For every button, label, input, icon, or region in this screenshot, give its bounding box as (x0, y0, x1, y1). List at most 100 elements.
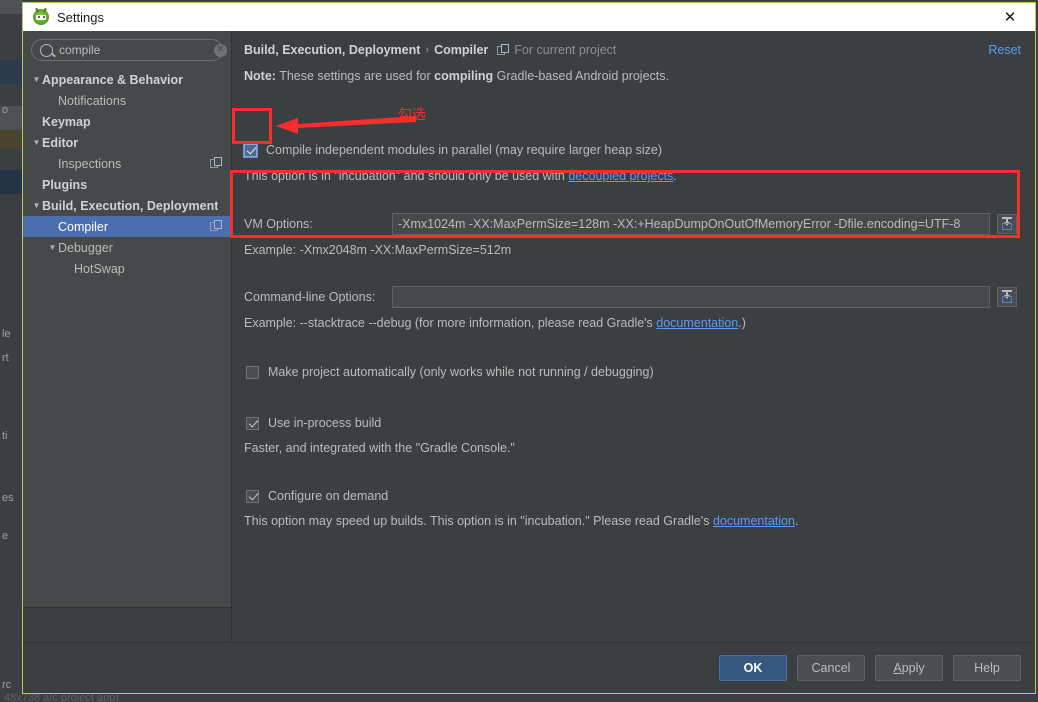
vm-options-field[interactable] (392, 213, 990, 235)
gradle-documentation-link-2[interactable]: documentation (713, 514, 795, 528)
settings-tree: ▼Appearance & BehaviorNotificationsKeyma… (23, 67, 231, 607)
sidebar-item-label: Debugger (58, 241, 113, 255)
sidebar-item-compiler[interactable]: Compiler (23, 216, 231, 237)
note-mid: These settings are used for (276, 69, 434, 83)
dialog-titlebar: Settings ✕ (23, 3, 1035, 31)
compile-parallel-desc-after: . (673, 169, 676, 183)
cancel-button[interactable]: Cancel (797, 655, 865, 681)
chevron-down-icon[interactable]: ▼ (31, 139, 42, 147)
cmdline-example-before: Example: --stacktrace --debug (for more … (244, 316, 656, 330)
sidebar-item-notifications[interactable]: Notifications (23, 90, 231, 111)
make-automatically-checkbox[interactable] (246, 366, 259, 379)
breadcrumb-root[interactable]: Build, Execution, Deployment (244, 43, 420, 57)
settings-main-pane: Build, Execution, Deployment › Compiler … (232, 31, 1035, 642)
decoupled-projects-link[interactable]: decoupled projects (568, 169, 673, 183)
sidebar-item-build-execution-deployment[interactable]: ▼Build, Execution, Deployment (23, 195, 231, 216)
clear-search-icon[interactable]: ✕ (214, 44, 227, 57)
cmdline-options-field[interactable] (392, 286, 990, 308)
compile-parallel-label: Compile independent modules in parallel … (266, 143, 662, 157)
note-text: Note: These settings are used for compil… (244, 69, 669, 83)
background-left-strip: o le rt ti es e rc (0, 0, 22, 702)
sidebar-item-debugger[interactable]: ▼Debugger (23, 237, 231, 258)
reset-link[interactable]: Reset (988, 43, 1021, 57)
bg-fragment-1: le (2, 328, 11, 340)
vm-options-label: VM Options: (244, 217, 313, 231)
close-icon[interactable]: ✕ (993, 3, 1027, 31)
apply-mnemonic: A (893, 661, 901, 675)
chevron-down-icon[interactable]: ▼ (47, 244, 58, 252)
configure-desc-before: This option may speed up builds. This op… (244, 514, 713, 528)
in-process-build-row[interactable]: Use in-process build (246, 416, 381, 430)
project-scope-icon (497, 44, 509, 56)
bg-fragment-4: es (2, 492, 14, 504)
sidebar-item-inspections[interactable]: Inspections (23, 153, 231, 174)
settings-sidebar: ✕ ▼Appearance & BehaviorNotificationsKey… (23, 31, 232, 642)
sidebar-item-editor[interactable]: ▼Editor (23, 132, 231, 153)
sidebar-item-label: Keymap (42, 115, 91, 129)
cmdline-options-expand-button[interactable] (997, 287, 1017, 307)
sidebar-item-label: Compiler (58, 220, 108, 234)
dialog-title: Settings (57, 10, 104, 25)
project-scope-icon (210, 157, 222, 169)
compile-parallel-row[interactable]: Compile independent modules in parallel … (244, 143, 662, 157)
vm-options-input[interactable] (398, 217, 984, 231)
note-bold: compiling (434, 69, 493, 83)
breadcrumb: Build, Execution, Deployment › Compiler … (244, 43, 616, 57)
chevron-down-icon[interactable]: ▼ (31, 76, 42, 84)
sidebar-item-keymap[interactable]: Keymap (23, 111, 231, 132)
search-input[interactable] (59, 43, 214, 57)
chevron-down-icon[interactable]: ▼ (31, 202, 42, 210)
bg-toolbar (0, 0, 22, 14)
bg-panel-a (0, 14, 22, 60)
compile-parallel-desc-before: This option is in "incubation" and shoul… (244, 169, 568, 183)
breadcrumb-leaf: Compiler (434, 43, 488, 57)
compile-parallel-checkbox[interactable] (244, 144, 257, 157)
configure-on-demand-checkbox[interactable] (246, 490, 259, 503)
search-box[interactable]: ✕ (31, 39, 223, 61)
settings-dialog: Settings ✕ ✕ ▼Appearance & BehaviorNotif… (22, 2, 1036, 694)
bg-panel-selected2 (0, 170, 22, 194)
make-automatically-row[interactable]: Make project automatically (only works w… (246, 365, 654, 379)
sidebar-item-label: HotSwap (74, 262, 125, 276)
dialog-body: ✕ ▼Appearance & BehaviorNotificationsKey… (23, 31, 1035, 642)
android-studio-icon (33, 9, 49, 25)
in-process-build-label: Use in-process build (268, 416, 381, 430)
cmdline-example-after: .) (738, 316, 746, 330)
compile-parallel-desc: This option is in "incubation" and shoul… (244, 169, 677, 183)
cmdline-options-label: Command-line Options: (244, 290, 375, 304)
in-process-build-checkbox[interactable] (246, 417, 259, 430)
sidebar-item-label: Inspections (58, 157, 121, 171)
sidebar-item-hotswap[interactable]: HotSwap (23, 258, 231, 279)
help-button[interactable]: Help (953, 655, 1021, 681)
bg-fragment-3: ti (2, 430, 8, 442)
cmdline-options-input[interactable] (398, 290, 984, 304)
project-scope-icon (210, 220, 222, 232)
configure-desc-after: . (795, 514, 798, 528)
sidebar-item-plugins[interactable]: Plugins (23, 174, 231, 195)
configure-on-demand-row[interactable]: Configure on demand (246, 489, 388, 503)
sidebar-item-label: Appearance & Behavior (42, 73, 183, 87)
bg-panel-highlight (0, 130, 22, 148)
expand-editor-icon (1001, 291, 1013, 303)
sidebar-item-label: Plugins (42, 178, 87, 192)
apply-button[interactable]: Apply (875, 655, 943, 681)
note-suffix: Gradle-based Android projects. (493, 69, 669, 83)
vm-options-expand-button[interactable] (997, 214, 1017, 234)
note-prefix: Note: (244, 69, 276, 83)
gradle-documentation-link-1[interactable]: documentation (656, 316, 738, 330)
cmdline-options-example: Example: --stacktrace --debug (for more … (244, 316, 746, 330)
screenshot-root: o le rt ti es e rc 48x738 a/c project ap… (0, 0, 1038, 702)
dialog-footer: OK Cancel Apply Help (23, 642, 1035, 693)
scope-label: For current project (514, 43, 616, 57)
make-automatically-label: Make project automatically (only works w… (268, 365, 654, 379)
vm-options-example: Example: -Xmx2048m -XX:MaxPermSize=512m (244, 243, 511, 257)
ok-button[interactable]: OK (719, 655, 787, 681)
bg-fragment-2: rt (2, 352, 9, 364)
sidebar-footer-spacer (23, 607, 231, 642)
sidebar-item-label: Notifications (58, 94, 126, 108)
apply-rest: pply (902, 661, 925, 675)
sidebar-item-label: Build, Execution, Deployment (42, 199, 218, 213)
configure-on-demand-label: Configure on demand (268, 489, 388, 503)
bg-fragment-6: rc (2, 679, 11, 691)
sidebar-item-appearance-behavior[interactable]: ▼Appearance & Behavior (23, 69, 231, 90)
